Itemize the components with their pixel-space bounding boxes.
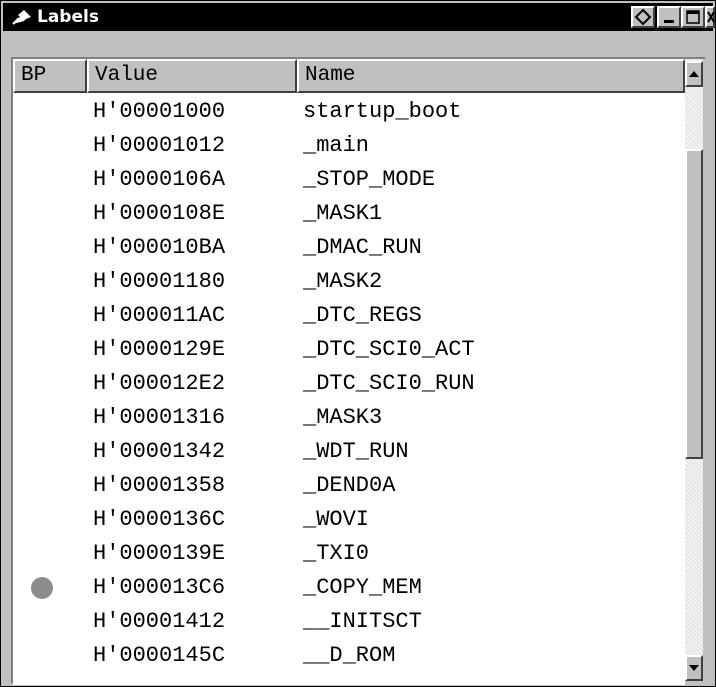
scroll-thumb[interactable] [685, 149, 703, 459]
breakpoint-cell[interactable] [13, 95, 87, 129]
label-row[interactable]: H'0000108E _MASK1 [13, 197, 685, 231]
breakpoint-cell[interactable] [13, 401, 87, 435]
label-value: H'00001342 [93, 439, 226, 464]
label-name: _TXI0 [303, 541, 370, 566]
label-row[interactable]: H'00001000 startup_boot [13, 95, 685, 129]
breakpoint-cell[interactable] [13, 231, 87, 265]
label-row[interactable]: H'0000136C _WOVI [13, 503, 685, 537]
arrow-up-icon [689, 71, 699, 77]
label-name: _COPY_MEM [303, 575, 422, 600]
label-name: _DMAC_RUN [303, 235, 422, 260]
label-row[interactable]: H'00001342 _WDT_RUN [13, 435, 685, 469]
label-row[interactable]: H'0000129E _DTC_SCI0_ACT [13, 333, 685, 367]
label-row[interactable]: H'000012E2 _DTC_SCI0_RUN [13, 367, 685, 401]
label-value: H'00001412 [93, 609, 226, 634]
label-name: _WDT_RUN [303, 439, 409, 464]
title-bar[interactable]: Labels [3, 3, 715, 31]
label-value: H'0000106A [93, 167, 226, 192]
label-value: H'000011AC [93, 303, 226, 328]
label-value: H'00001012 [93, 133, 226, 158]
diamond-icon [634, 8, 652, 26]
label-row[interactable]: H'00001012 _main [13, 129, 685, 163]
breakpoint-cell[interactable] [13, 469, 87, 503]
column-header-name[interactable]: Name [297, 59, 685, 93]
label-name: startup_boot [303, 99, 462, 124]
label-row[interactable]: H'0000106A _STOP_MODE [13, 163, 685, 197]
label-value: H'0000139E [93, 541, 226, 566]
label-row[interactable]: H'00001180 _MASK2 [13, 265, 685, 299]
arrow-down-icon [689, 665, 699, 671]
label-value: H'0000108E [93, 201, 226, 226]
breakpoint-cell[interactable] [13, 265, 87, 299]
breakpoint-cell[interactable] [13, 163, 87, 197]
column-header-value[interactable]: Value [87, 59, 297, 93]
label-value: H'00001180 [93, 269, 226, 294]
breakpoint-cell[interactable] [13, 605, 87, 639]
label-row[interactable]: H'0000145C __D_ROM [13, 639, 685, 673]
breakpoint-cell[interactable] [13, 299, 87, 333]
scroll-down-button[interactable] [685, 655, 703, 681]
label-name: _WOVI [303, 507, 370, 532]
label-value: H'000010BA [93, 235, 226, 260]
label-row[interactable]: H'000010BA _DMAC_RUN [13, 231, 685, 265]
breakpoint-cell[interactable] [13, 537, 87, 571]
labels-window: Labels BP Value Name H'00001000 startup_… [0, 0, 716, 687]
label-name: _DTC_SCI0_ACT [303, 337, 475, 362]
label-name: _MASK2 [303, 269, 383, 294]
breakpoint-cell[interactable] [13, 197, 87, 231]
breakpoint-cell[interactable] [13, 435, 87, 469]
diamond-button[interactable] [631, 6, 655, 28]
breakpoint-cell[interactable] [13, 571, 87, 605]
label-name: _MASK3 [303, 405, 383, 430]
label-name: _DTC_SCI0_RUN [303, 371, 475, 396]
scroll-up-button[interactable] [685, 61, 703, 87]
label-value: H'00001358 [93, 473, 226, 498]
label-row[interactable]: H'00001358 _DEND0A [13, 469, 685, 503]
breakpoint-cell[interactable] [13, 367, 87, 401]
window-title: Labels [37, 7, 99, 27]
breakpoint-cell[interactable] [13, 503, 87, 537]
label-value: H'0000129E [93, 337, 226, 362]
label-name: _DTC_REGS [303, 303, 422, 328]
label-name: __D_ROM [303, 643, 396, 668]
minimize-button[interactable] [657, 6, 681, 28]
label-value: H'000012E2 [93, 371, 226, 396]
label-row[interactable]: H'000013C6 _COPY_MEM [13, 571, 685, 605]
maximize-button[interactable] [681, 6, 705, 28]
label-row[interactable]: H'00001412 __INITSCT [13, 605, 685, 639]
labels-list: H'00001000 startup_boot H'00001012 _main H'0… [13, 93, 685, 685]
maximize-icon [686, 10, 700, 24]
breakpoint-cell[interactable] [13, 333, 87, 367]
breakpoint-cell[interactable] [13, 639, 87, 673]
label-row[interactable]: H'00001316 _MASK3 [13, 401, 685, 435]
pin-icon [12, 10, 31, 25]
label-value: H'00001316 [93, 405, 226, 430]
label-name: __INITSCT [303, 609, 422, 634]
column-header-row: BP Value Name [13, 59, 685, 93]
vertical-scrollbar[interactable] [685, 59, 703, 681]
label-value: H'000013C6 [93, 575, 226, 600]
label-value: H'00001000 [93, 99, 226, 124]
label-value: H'0000145C [93, 643, 226, 668]
label-name: _MASK1 [303, 201, 383, 226]
label-name: _DEND0A [303, 473, 396, 498]
minimize-icon [664, 20, 674, 23]
close-button[interactable] [705, 6, 715, 28]
label-row[interactable]: H'000011AC _DTC_REGS [13, 299, 685, 333]
column-header-bp[interactable]: BP [13, 59, 87, 93]
label-name: _main [303, 133, 370, 158]
breakpoint-cell[interactable] [13, 129, 87, 163]
breakpoint-dot-icon [31, 577, 53, 599]
label-row[interactable]: H'0000139E _TXI0 [13, 537, 685, 571]
label-name: _STOP_MODE [303, 167, 436, 192]
close-icon [707, 11, 715, 23]
label-value: H'0000136C [93, 507, 226, 532]
